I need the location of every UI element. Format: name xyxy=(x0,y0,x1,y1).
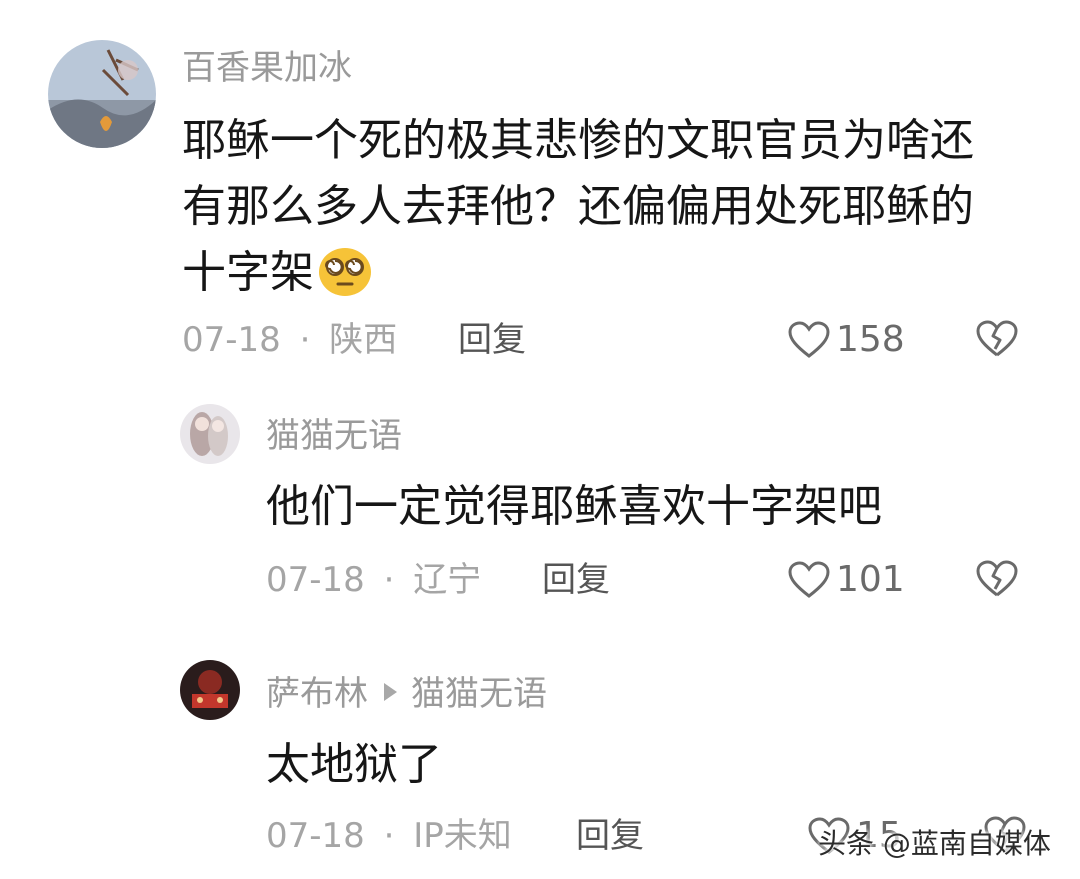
heart-outline-icon xyxy=(788,321,830,358)
comment-meta: 07-18 · IP未知 xyxy=(266,816,512,856)
avatar[interactable] xyxy=(48,40,156,148)
comment-username[interactable]: 猫猫无语 xyxy=(266,416,402,456)
broken-heart-icon xyxy=(976,560,1018,597)
comment-text-line: 有那么多人去拜他？还偏偏用处死耶稣的 xyxy=(182,181,974,232)
meta-separator: · xyxy=(383,816,395,856)
comment-text-line: 十字架 xyxy=(182,240,974,316)
comment-meta: 07-18 · 辽宁 xyxy=(266,560,481,600)
reply-target[interactable]: 猫猫无语 xyxy=(411,674,547,714)
dizzy-face-emoji-icon xyxy=(318,247,372,316)
comment-date: 07-18 xyxy=(266,560,365,600)
reply-arrow-icon xyxy=(384,683,397,701)
like-count: 101 xyxy=(836,559,905,600)
reply-button[interactable]: 回复 xyxy=(458,320,526,360)
comment-location: 陕西 xyxy=(329,320,398,360)
comment-username: 萨布林 猫猫无语 xyxy=(266,674,547,714)
like-count: 158 xyxy=(836,319,905,360)
reply-author[interactable]: 萨布林 xyxy=(266,674,368,714)
avatar[interactable] xyxy=(180,404,240,464)
comment-text: 太地狱了 xyxy=(266,732,442,798)
like-button[interactable]: 158 xyxy=(788,320,905,360)
dislike-button[interactable] xyxy=(976,320,1018,362)
dislike-button[interactable] xyxy=(976,560,1018,602)
reply-button[interactable]: 回复 xyxy=(542,560,610,600)
comment-date: 07-18 xyxy=(182,320,281,360)
comment-text-line: 他们一定觉得耶稣喜欢十字架吧 xyxy=(266,481,882,532)
heart-outline-icon xyxy=(788,561,830,598)
comment-location: 辽宁 xyxy=(413,560,482,600)
meta-separator: · xyxy=(299,320,311,360)
comment-text: 他们一定觉得耶稣喜欢十字架吧 xyxy=(266,474,882,540)
watermark: 头条 @蓝南自媒体 xyxy=(818,827,1051,860)
comment-date: 07-18 xyxy=(266,816,365,856)
avatar[interactable] xyxy=(180,660,240,720)
reply-button[interactable]: 回复 xyxy=(576,816,644,856)
comment-text-line: 太地狱了 xyxy=(266,739,442,790)
comment-text-line: 耶稣一个死的极其悲惨的文职官员为啥还 xyxy=(182,115,974,166)
comment-text: 耶稣一个死的极其悲惨的文职官员为啥还 有那么多人去拜他？还偏偏用处死耶稣的 十字… xyxy=(182,108,974,316)
like-button[interactable]: 101 xyxy=(788,560,905,600)
comment-meta: 07-18 · 陕西 xyxy=(182,320,397,360)
comment-location: IP未知 xyxy=(413,816,512,856)
meta-separator: · xyxy=(383,560,395,600)
broken-heart-icon xyxy=(976,320,1018,357)
comment-username[interactable]: 百香果加冰 xyxy=(182,48,352,88)
